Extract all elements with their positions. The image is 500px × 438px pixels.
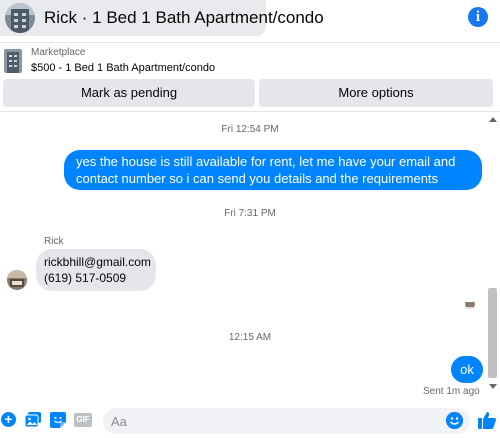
plus-icon[interactable]: + xyxy=(1,412,16,427)
message-line: (619) 517-0509 xyxy=(44,271,127,285)
outgoing-message[interactable]: ok xyxy=(451,356,483,383)
conversation-header: Rick · 1 Bed 1 Bath Apartment/condo i xyxy=(0,0,500,38)
info-icon[interactable]: i xyxy=(468,7,488,27)
message-timestamp: Fri 7:31 PM xyxy=(224,208,276,219)
sent-status: Sent 1m ago xyxy=(423,386,480,397)
mark-as-pending-button[interactable]: Mark as pending xyxy=(3,79,255,107)
listing-mini-thumbnail xyxy=(4,49,22,73)
scroll-down-arrow-icon[interactable] xyxy=(489,384,497,389)
header-divider xyxy=(0,42,500,43)
like-icon[interactable] xyxy=(477,410,497,430)
message-input[interactable] xyxy=(103,408,470,434)
seen-indicator-avatar xyxy=(465,299,475,309)
message-scrollbar[interactable] xyxy=(486,112,500,392)
more-options-button[interactable]: More options xyxy=(259,79,493,107)
sender-name: Rick xyxy=(44,236,64,247)
message-line: rickbhill@gmail.com xyxy=(44,255,151,269)
gif-icon[interactable]: GIF xyxy=(74,413,92,427)
message-composer: + GIF xyxy=(0,404,500,438)
emoji-icon[interactable] xyxy=(446,412,463,429)
photo-icon[interactable] xyxy=(24,412,41,428)
listing-thumbnail xyxy=(5,3,35,33)
scroll-thumb[interactable] xyxy=(488,288,497,378)
listing-summary: $500 - 1 Bed 1 Bath Apartment/condo xyxy=(31,62,216,74)
scroll-up-arrow-icon[interactable] xyxy=(489,117,497,122)
message-timestamp: Fri 12:54 PM xyxy=(221,124,279,135)
marketplace-listing[interactable]: Marketplace $500 - 1 Bed 1 Bath Apartmen… xyxy=(0,44,500,78)
conversation-title: Rick · 1 Bed 1 Bath Apartment/condo xyxy=(44,8,324,27)
sticker-icon[interactable] xyxy=(50,412,66,428)
outgoing-message[interactable]: yes the house is still available for ren… xyxy=(64,150,482,203)
title-pill[interactable]: Rick · 1 Bed 1 Bath Apartment/condo xyxy=(0,0,324,36)
incoming-message[interactable]: rickbhill@gmail.com (619) 517-0509 xyxy=(36,249,156,291)
sender-avatar[interactable] xyxy=(7,270,27,290)
thread-divider xyxy=(0,111,500,112)
marketplace-label: Marketplace xyxy=(31,47,86,58)
message-timestamp: 12:15 AM xyxy=(228,332,272,343)
